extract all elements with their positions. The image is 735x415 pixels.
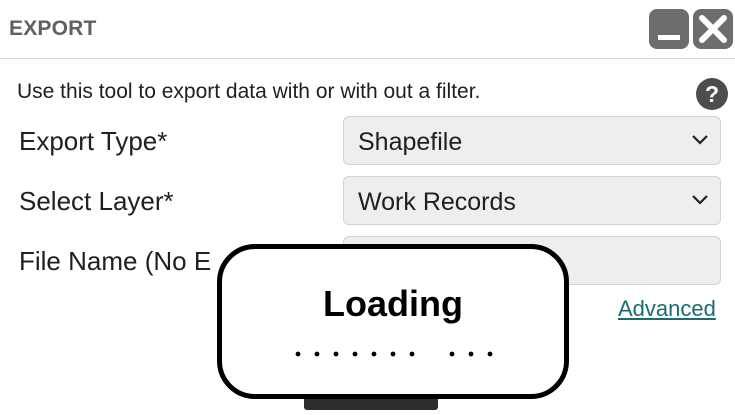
export-panel: EXPORT Use this tool to export data with… (0, 0, 735, 415)
chevron-down-icon (692, 135, 708, 145)
loading-dots (295, 351, 493, 357)
minimize-icon (658, 35, 680, 40)
intro-text: Use this tool to export data with or wit… (17, 80, 481, 103)
file-name-label: File Name (No E (19, 246, 212, 276)
advanced-link[interactable]: Advanced (618, 296, 716, 322)
close-icon (699, 15, 727, 43)
chevron-down-icon (692, 195, 708, 205)
select-layer-select[interactable]: Work Records (343, 176, 721, 225)
title-bar: EXPORT (0, 0, 735, 59)
select-layer-value: Work Records (358, 188, 516, 216)
minimize-button[interactable] (649, 9, 689, 49)
help-icon[interactable]: ? (696, 78, 728, 110)
export-type-label: Export Type* (19, 126, 168, 156)
close-button[interactable] (693, 9, 733, 49)
export-type-value: Shapefile (358, 128, 463, 156)
loading-title: Loading (323, 283, 463, 324)
select-layer-label: Select Layer* (19, 186, 174, 216)
export-type-select[interactable]: Shapefile (343, 116, 721, 165)
loading-overlay: Loading (217, 244, 569, 399)
panel-title: EXPORT (9, 17, 97, 40)
